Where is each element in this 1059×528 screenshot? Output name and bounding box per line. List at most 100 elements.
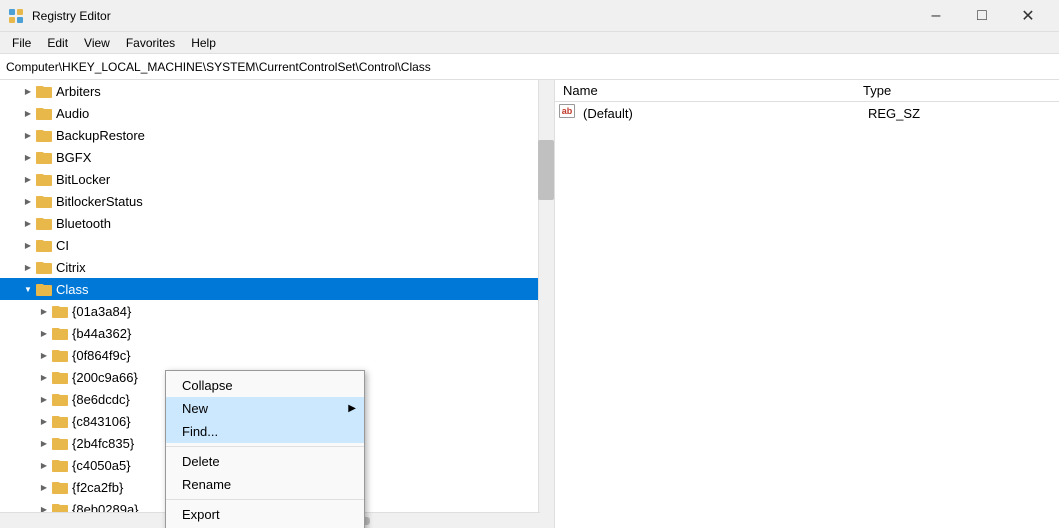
window-controls: – □ ✕: [913, 0, 1051, 32]
ctx-separator-1: [166, 446, 364, 447]
col-header-name[interactable]: Name: [555, 80, 855, 102]
tree-scrollbar[interactable]: [538, 80, 554, 528]
ctx-collapse[interactable]: Collapse: [166, 374, 364, 397]
folder-icon: [36, 259, 52, 275]
tree-label: Class: [56, 282, 89, 297]
folder-icon: [36, 83, 52, 99]
folder-icon: [52, 391, 68, 407]
expand-arrow: ▶: [36, 391, 52, 407]
folder-icon: [52, 325, 68, 341]
col-header-type[interactable]: Type: [855, 80, 1059, 102]
tree-item-backuprestore[interactable]: ▶ BackupRestore: [0, 124, 554, 146]
tree-label: {01a3a84}: [72, 304, 131, 319]
submenu-arrow-icon: ▶: [348, 403, 356, 414]
folder-icon: [36, 105, 52, 121]
folder-icon: [36, 281, 52, 297]
expand-arrow: ▶: [20, 215, 36, 231]
expand-arrow: ▼: [20, 281, 36, 297]
tree-label: {c4050a5}: [72, 458, 131, 473]
right-panel-header: Name Type: [555, 80, 1059, 102]
tree-label: {200c9a66}: [72, 370, 138, 385]
tree-item-bluetooth[interactable]: ▶ Bluetooth: [0, 212, 554, 234]
ab-icon: ab: [559, 104, 575, 118]
expand-arrow: ▶: [20, 259, 36, 275]
tree-label: {0f864f9c}: [72, 348, 131, 363]
tree-item-class-child-1[interactable]: ▶ {01a3a84}: [0, 300, 554, 322]
tree-item-class-child-2[interactable]: ▶ {b44a362}: [0, 322, 554, 344]
tree-label: {b44a362}: [72, 326, 131, 341]
folder-icon: [36, 127, 52, 143]
tree-item-ci[interactable]: ▶ CI: [0, 234, 554, 256]
tree-label: {c843106}: [72, 414, 131, 429]
ctx-new[interactable]: New ▶: [166, 397, 364, 420]
tree-item-bitlocker[interactable]: ▶ BitLocker: [0, 168, 554, 190]
tree-label: {2b4fc835}: [72, 436, 134, 451]
tree-item-class-child-3[interactable]: ▶ {0f864f9c}: [0, 344, 554, 366]
folder-icon: [52, 457, 68, 473]
tree-label: Bluetooth: [56, 216, 111, 231]
ctx-label: New: [182, 401, 208, 416]
ctx-export[interactable]: Export: [166, 503, 364, 526]
scrollbar-thumb[interactable]: [538, 140, 554, 200]
tree-panel: ▶ Arbiters ▶ Audio ▶ BackupRestore ▶ BGF…: [0, 80, 555, 528]
tree-label: CI: [56, 238, 69, 253]
tree-item-citrix[interactable]: ▶ Citrix: [0, 256, 554, 278]
menu-help[interactable]: Help: [183, 34, 224, 52]
folder-icon: [52, 303, 68, 319]
address-path[interactable]: Computer\HKEY_LOCAL_MACHINE\SYSTEM\Curre…: [6, 60, 431, 74]
tree-item-bgfx[interactable]: ▶ BGFX: [0, 146, 554, 168]
ctx-find[interactable]: Find...: [166, 420, 364, 443]
expand-arrow: ▶: [20, 171, 36, 187]
folder-icon: [52, 369, 68, 385]
folder-icon: [36, 215, 52, 231]
expand-arrow: ▶: [36, 435, 52, 451]
expand-arrow: ▶: [20, 127, 36, 143]
tree-label: BGFX: [56, 150, 91, 165]
context-menu: Collapse New ▶ Find... Delete Rename Exp…: [165, 370, 365, 528]
registry-row-default[interactable]: ab (Default) REG_SZ: [555, 102, 1059, 124]
tree-item-arbiters[interactable]: ▶ Arbiters: [0, 80, 554, 102]
expand-arrow: ▶: [20, 193, 36, 209]
expand-arrow: ▶: [36, 325, 52, 341]
expand-arrow: ▶: [36, 347, 52, 363]
title-bar: Registry Editor – □ ✕: [0, 0, 1059, 32]
maximize-button[interactable]: □: [959, 0, 1005, 32]
right-panel: Name Type ab (Default) REG_SZ: [555, 80, 1059, 528]
expand-arrow: ▶: [20, 83, 36, 99]
main-content: ▶ Arbiters ▶ Audio ▶ BackupRestore ▶ BGF…: [0, 80, 1059, 528]
expand-arrow: ▶: [36, 413, 52, 429]
tree-label: {f2ca2fb}: [72, 480, 123, 495]
menu-edit[interactable]: Edit: [39, 34, 76, 52]
ctx-label: Find...: [182, 424, 218, 439]
address-bar: Computer\HKEY_LOCAL_MACHINE\SYSTEM\Curre…: [0, 54, 1059, 80]
ctx-delete[interactable]: Delete: [166, 450, 364, 473]
expand-arrow: ▶: [36, 303, 52, 319]
folder-icon: [36, 171, 52, 187]
menu-view[interactable]: View: [76, 34, 118, 52]
ctx-rename[interactable]: Rename: [166, 473, 364, 496]
tree-item-class[interactable]: ▼ Class: [0, 278, 554, 300]
app-icon: [8, 8, 24, 24]
minimize-button[interactable]: –: [913, 0, 959, 32]
menu-bar: File Edit View Favorites Help: [0, 32, 1059, 54]
expand-arrow: ▶: [36, 479, 52, 495]
expand-arrow: ▶: [20, 237, 36, 253]
expand-arrow: ▶: [20, 149, 36, 165]
tree-item-audio[interactable]: ▶ Audio: [0, 102, 554, 124]
reg-value-type: REG_SZ: [868, 106, 1055, 121]
tree-label: Arbiters: [56, 84, 101, 99]
tree-label: BackupRestore: [56, 128, 145, 143]
menu-file[interactable]: File: [4, 34, 39, 52]
expand-arrow: ▶: [36, 369, 52, 385]
ctx-label: Collapse: [182, 378, 233, 393]
close-button[interactable]: ✕: [1005, 0, 1051, 32]
expand-arrow: ▶: [20, 105, 36, 121]
tree-item-bitlockerstatus[interactable]: ▶ BitlockerStatus: [0, 190, 554, 212]
reg-sz-icon: ab: [559, 104, 577, 122]
tree-label: BitlockerStatus: [56, 194, 143, 209]
folder-icon: [36, 149, 52, 165]
folder-icon: [36, 237, 52, 253]
tree-label: BitLocker: [56, 172, 110, 187]
ctx-label: Rename: [182, 477, 231, 492]
menu-favorites[interactable]: Favorites: [118, 34, 183, 52]
